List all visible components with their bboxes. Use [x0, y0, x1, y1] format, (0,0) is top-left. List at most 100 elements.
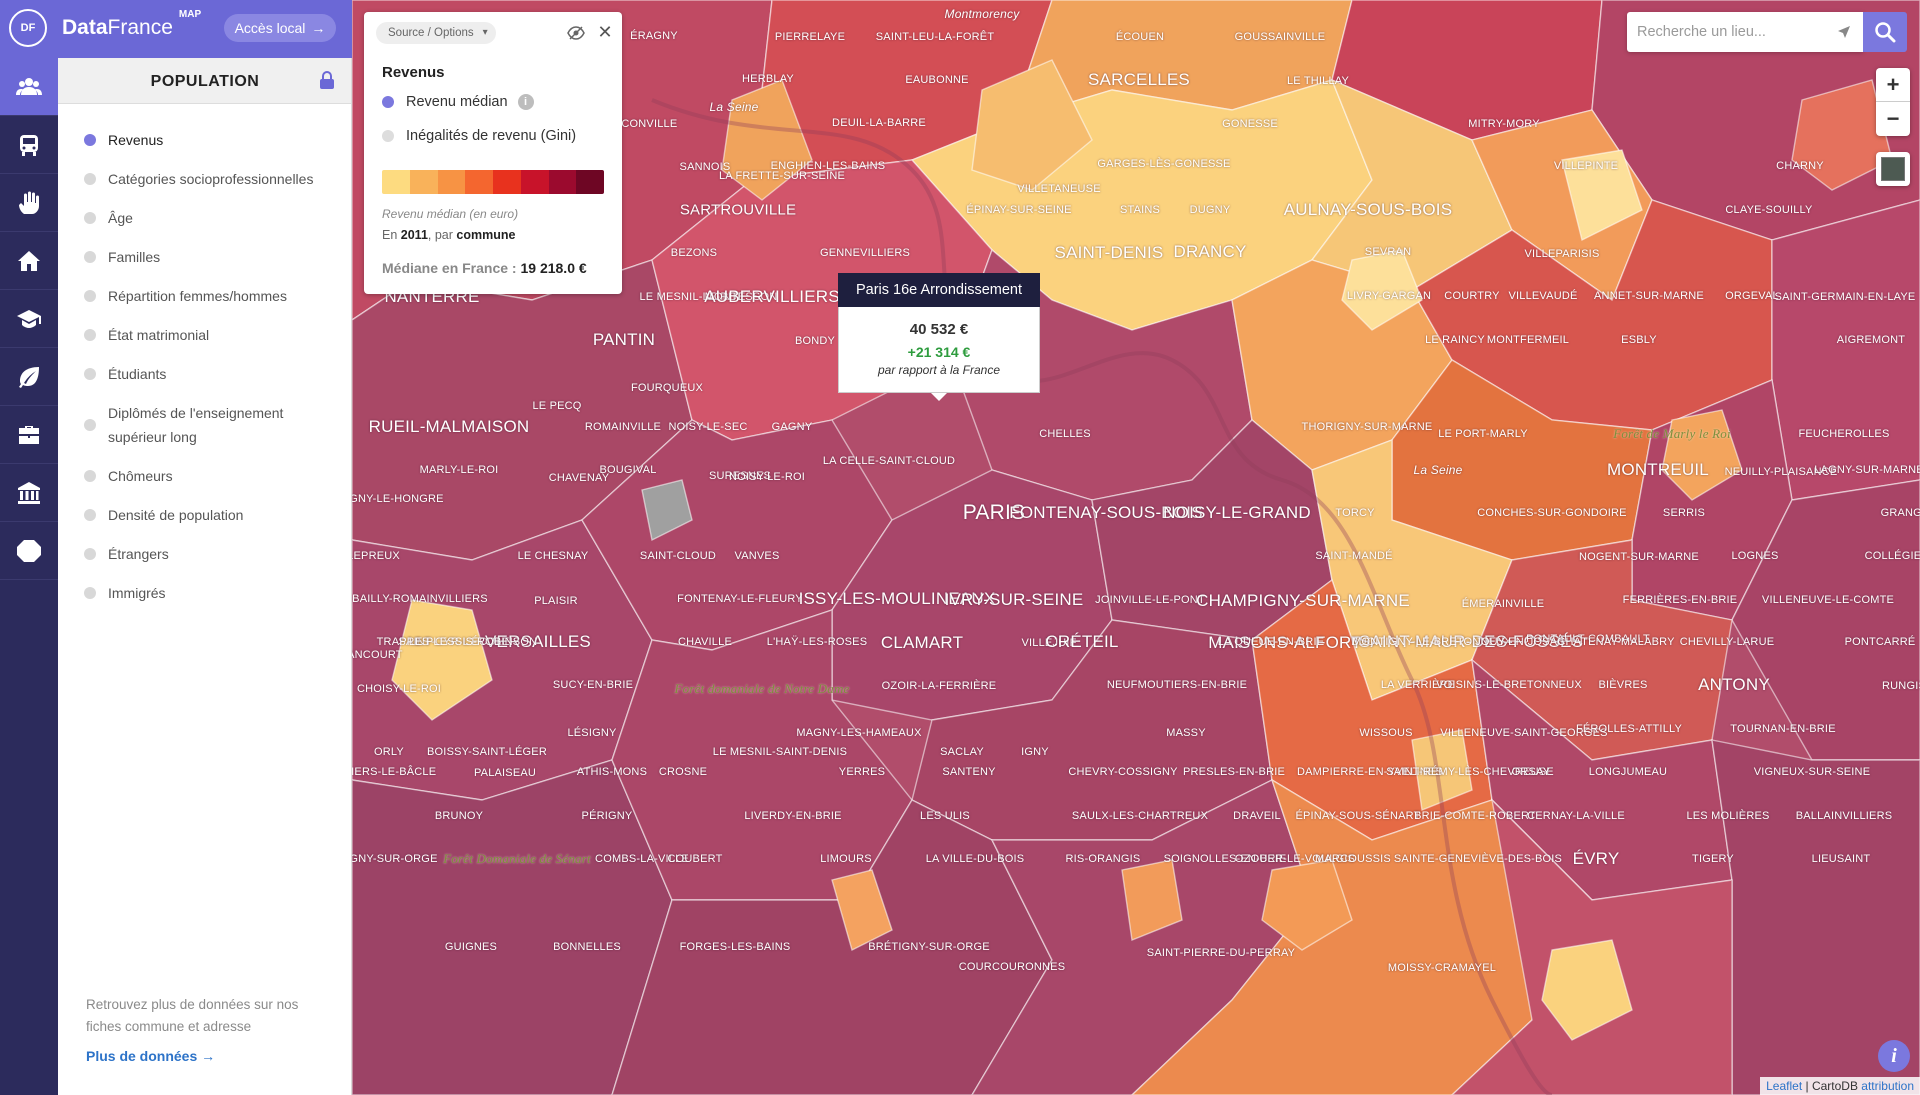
rail-item-transport[interactable]: [0, 116, 58, 174]
radio-unselected: [382, 130, 394, 142]
layer-item[interactable]: Catégories socioprofessionnelles: [84, 167, 334, 191]
home-icon: [18, 250, 40, 271]
layer-item[interactable]: Revenus: [84, 128, 334, 152]
layer-dot: [84, 548, 96, 560]
rail-item-other[interactable]: [0, 522, 58, 580]
layer-label: État matrimonial: [108, 327, 210, 343]
tooltip-title: Paris 16e Arrondissement: [838, 273, 1040, 307]
lock-icon[interactable]: [319, 71, 335, 89]
layer-item[interactable]: État matrimonial: [84, 323, 334, 347]
layer-dot: [84, 290, 96, 302]
search-button[interactable]: [1863, 12, 1907, 52]
people-icon: [16, 77, 42, 95]
basemap-thumbnail: [1881, 157, 1905, 181]
france-median: Médiane en France : 19 218.0 €: [382, 260, 587, 276]
map-attribution: Leaflet | CartoDB attribution: [1760, 1077, 1920, 1095]
panel-footer: Retrouvez plus de données sur nos fiches…: [86, 994, 326, 1064]
layer-label: Chômeurs: [108, 468, 173, 484]
briefcase-icon: [19, 425, 39, 444]
rail-item-education[interactable]: [0, 290, 58, 348]
rail-item-environment[interactable]: [0, 348, 58, 406]
zoom-out-button[interactable]: −: [1876, 102, 1910, 136]
scale-swatch: [437, 170, 466, 194]
zoom-control: + −: [1876, 68, 1910, 136]
radio-selected: [382, 96, 394, 108]
panel-header: POPULATION: [58, 58, 351, 104]
local-access-button[interactable]: Accès local →: [224, 14, 336, 42]
layer-dot: [84, 509, 96, 521]
rail-item-social[interactable]: [0, 174, 58, 232]
layer-dot: [84, 587, 96, 599]
layer-dot: [84, 368, 96, 380]
basemap-switch-button[interactable]: [1876, 152, 1910, 186]
layer-label: Familles: [108, 249, 161, 265]
attribution-link[interactable]: attribution: [1861, 1079, 1914, 1093]
logo[interactable]: DF: [0, 0, 58, 58]
leaflet-link[interactable]: Leaflet: [1766, 1079, 1802, 1093]
option-median-income[interactable]: Revenu médian i: [382, 94, 534, 110]
graduation-cap-icon: [17, 309, 41, 328]
close-icon[interactable]: ✕: [596, 23, 614, 41]
tooltip-body: 40 532 € +21 314 € par rapport à la Fran…: [838, 307, 1040, 393]
more-data-link[interactable]: Plus de données →: [86, 1048, 326, 1064]
brand-bold: Data: [62, 16, 108, 39]
median-value: 19 218.0 €: [520, 260, 587, 276]
tooltip-comparison: par rapport à la France: [877, 363, 1001, 377]
rail-item-institutions[interactable]: [0, 464, 58, 522]
layer-dot: [84, 212, 96, 224]
scale-meta: En 2011, par commune: [382, 228, 515, 242]
layer-item[interactable]: Densité de population: [84, 503, 334, 527]
meta-year: 2011: [400, 228, 428, 242]
footer-text: Retrouvez plus de données sur nos fiches…: [86, 997, 299, 1034]
scale-swatch: [382, 170, 410, 194]
layer-item[interactable]: Immigrés: [84, 581, 334, 605]
brand-name[interactable]: DataFrance MAP: [62, 9, 201, 40]
meta-level: commune: [456, 228, 516, 242]
legend-title: Revenus: [382, 64, 445, 81]
rail-item-economy[interactable]: [0, 406, 58, 464]
option-median-label: Revenu médian: [406, 94, 508, 110]
layer-dot: [84, 470, 96, 482]
option-gini[interactable]: Inégalités de revenu (Gini): [382, 128, 576, 144]
layer-dot: [84, 173, 96, 185]
bank-icon: [18, 481, 40, 504]
layer-item[interactable]: Chômeurs: [84, 464, 334, 488]
layer-item[interactable]: Âge: [84, 206, 334, 230]
layer-item[interactable]: Familles: [84, 245, 334, 269]
legend-card: Source / Options ▾ ✕ Revenus Revenu média…: [364, 12, 622, 294]
category-rail: DF: [0, 0, 58, 1095]
scale-swatch: [493, 170, 521, 194]
layer-list: Revenus Catégories socioprofessionnelles Â…: [84, 128, 334, 620]
rail-item-population[interactable]: [0, 58, 58, 116]
eye-slash-icon[interactable]: [567, 26, 585, 40]
layer-item[interactable]: Étudiants: [84, 362, 334, 386]
layer-item[interactable]: Diplômés de l'enseignement supérieur lon…: [84, 401, 334, 449]
layer-label: Diplômés de l'enseignement supérieur lon…: [108, 405, 284, 445]
tooltip-value: 40 532 €: [909, 321, 969, 338]
locate-arrow-icon[interactable]: [1837, 25, 1851, 39]
info-button[interactable]: i: [1878, 1040, 1910, 1072]
zoom-in-button[interactable]: +: [1876, 68, 1910, 102]
layer-label: Catégories socioprofessionnelles: [108, 171, 314, 187]
scale-swatch: [465, 170, 493, 194]
source-options-button[interactable]: Source / Options ▾: [376, 22, 496, 44]
layer-item[interactable]: Répartition femmes/hommes: [84, 284, 334, 308]
layer-label: Immigrés: [108, 585, 166, 601]
layer-label: Densité de population: [108, 507, 244, 523]
meta-prefix: En: [382, 228, 398, 242]
layer-dot: [84, 251, 96, 263]
rail-item-housing[interactable]: [0, 232, 58, 290]
commune-tooltip: Paris 16e Arrondissement 40 532 € +21 31…: [838, 273, 1040, 401]
layer-dot: [84, 419, 96, 431]
layer-item[interactable]: Étrangers: [84, 542, 334, 566]
search-input[interactable]: [1637, 12, 1827, 52]
info-icon[interactable]: i: [517, 94, 534, 110]
meta-mid: , par: [427, 228, 453, 242]
search-icon: [1875, 22, 1896, 43]
bus-icon: [20, 134, 38, 156]
layer-label: Revenus: [108, 132, 164, 148]
panel-title: POPULATION: [150, 73, 260, 90]
scale-swatch: [548, 170, 577, 194]
scale-swatch: [520, 170, 549, 194]
median-label: Médiane en France :: [382, 260, 517, 276]
